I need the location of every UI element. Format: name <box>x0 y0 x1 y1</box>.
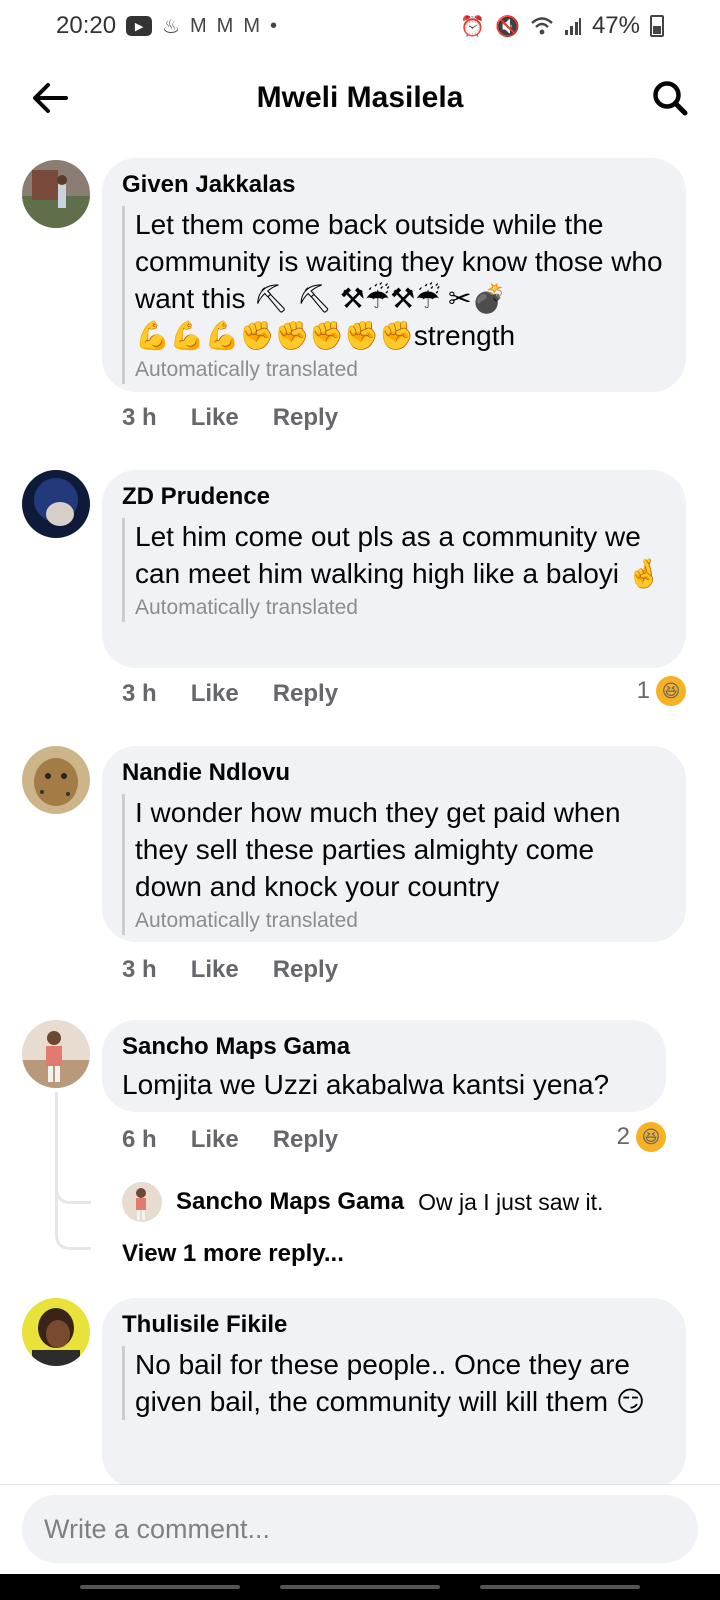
like-button[interactable]: Like <box>191 1126 239 1154</box>
reply-button[interactable]: Reply <box>273 404 338 432</box>
avatar[interactable] <box>122 1182 162 1222</box>
dot-icon: • <box>270 14 278 37</box>
comment-author[interactable]: ZD Prudence <box>122 482 666 512</box>
comment-actions: 3 h Like Reply <box>122 404 338 432</box>
translation-note[interactable]: Automatically translated <box>135 594 666 622</box>
nav-home-button[interactable] <box>280 1585 440 1589</box>
comment-text: Lomjita we Uzzi akabalwa kantsi yena? <box>122 1069 610 1100</box>
thread-branch <box>55 1170 91 1204</box>
translation-note[interactable]: Automatically translated <box>135 356 666 384</box>
wifi-icon <box>530 16 554 36</box>
like-button[interactable]: Like <box>191 680 239 708</box>
nav-back-button[interactable] <box>480 1585 640 1589</box>
comment-author[interactable]: Given Jakkalas <box>122 170 666 200</box>
avatar[interactable] <box>22 1020 90 1088</box>
reply-button[interactable]: Reply <box>273 956 338 984</box>
avatar[interactable] <box>22 746 90 814</box>
app-icon: ♨ <box>162 15 180 38</box>
comment-author[interactable]: Nandie Ndlovu <box>122 758 666 788</box>
comment-bubble[interactable]: Sancho Maps Gama Lomjita we Uzzi akabalw… <box>102 1020 666 1112</box>
reaction-summary[interactable]: 2 😆 <box>617 1122 666 1152</box>
comment-time[interactable]: 3 h <box>122 680 157 708</box>
comment-time[interactable]: 6 h <box>122 1126 157 1154</box>
nav-recents-button[interactable] <box>80 1585 240 1589</box>
translation-note[interactable]: Automatically translated <box>135 907 666 935</box>
status-left: 20:20 ▶ ♨ M M M • <box>56 12 277 40</box>
comment-text: No bail for these people.. Once they are… <box>135 1349 646 1417</box>
search-icon <box>653 81 688 116</box>
reply-button[interactable]: Reply <box>273 680 338 708</box>
thread-branch <box>55 1210 91 1250</box>
comment-text-line2: 💪💪💪✊✊✊✊✊strength <box>135 320 516 351</box>
status-bar: 20:20 ▶ ♨ M M M • ⏰ 🔇 47% <box>0 0 720 52</box>
comment-body: No bail for these people.. Once they are… <box>122 1346 666 1420</box>
mute-icon: 🔇 <box>495 15 520 38</box>
comment-bubble[interactable]: ZD Prudence Let him come out pls as a co… <box>102 470 686 668</box>
gmail-icon: M <box>216 14 234 37</box>
battery-icon <box>650 15 664 37</box>
comment-author[interactable]: Sancho Maps Gama <box>122 1032 646 1062</box>
like-button[interactable]: Like <box>191 404 239 432</box>
composer-bar <box>0 1484 720 1578</box>
system-nav-bar <box>0 1574 720 1600</box>
avatar[interactable] <box>22 160 90 228</box>
back-button[interactable] <box>24 72 76 124</box>
comment-actions: 6 h Like Reply <box>122 1126 338 1154</box>
comment-bubble[interactable]: Nandie Ndlovu I wonder how much they get… <box>102 746 686 942</box>
status-right: ⏰ 🔇 47% <box>460 12 664 40</box>
comment-bubble[interactable]: Given Jakkalas Let them come back outsid… <box>102 158 686 392</box>
avatar[interactable] <box>22 470 90 538</box>
comment-body: Let them come back outside while the com… <box>122 206 666 384</box>
comment-body: Let him come out pls as a community we c… <box>122 518 666 622</box>
avatar[interactable] <box>22 1298 90 1366</box>
reaction-count: 2 <box>616 1123 630 1150</box>
battery-percent: 47% <box>591 12 640 39</box>
view-more-replies-link[interactable]: View 1 more reply... <box>122 1240 344 1268</box>
reply-text: Ow ja I just saw it. <box>418 1188 604 1215</box>
comment-author[interactable]: Thulisile Fikile <box>122 1310 666 1340</box>
status-time: 20:20 <box>56 12 117 39</box>
signal-icon <box>564 16 582 36</box>
comment-text: Let them come back outside while the com… <box>135 209 663 314</box>
reply-button[interactable]: Reply <box>273 1126 338 1154</box>
haha-icon: 😆 <box>656 676 686 706</box>
comment-input[interactable] <box>22 1495 698 1563</box>
comment-text: I wonder how much they get paid when the… <box>135 797 621 902</box>
comment-time[interactable]: 3 h <box>122 404 157 432</box>
reply-preview[interactable]: Sancho Maps Gama Ow ja I just saw it. <box>122 1182 603 1222</box>
gmail-icon: M <box>190 14 207 37</box>
header: Mweli Masilela <box>0 62 720 134</box>
like-button[interactable]: Like <box>191 956 239 984</box>
reply-author[interactable]: Sancho Maps Gama <box>176 1188 404 1216</box>
arrow-left-icon <box>33 83 68 113</box>
comment-actions: 3 h Like Reply <box>122 680 338 708</box>
comment-body: I wonder how much they get paid when the… <box>122 794 666 935</box>
search-button[interactable] <box>644 72 696 124</box>
comment-actions: 3 h Like Reply <box>122 956 338 984</box>
reaction-summary[interactable]: 1 😆 <box>637 676 686 706</box>
comment-text: Let him come out pls as a community we c… <box>135 521 662 589</box>
page-title: Mweli Masilela <box>256 81 464 114</box>
comment-bubble[interactable]: Thulisile Fikile No bail for these peopl… <box>102 1298 686 1488</box>
gmail-icon: M <box>243 14 261 37</box>
comment-time[interactable]: 3 h <box>122 956 157 984</box>
youtube-icon: ▶ <box>126 16 153 36</box>
reaction-count: 1 <box>636 677 650 704</box>
haha-icon: 😆 <box>636 1122 666 1152</box>
alarm-icon: ⏰ <box>460 15 486 38</box>
